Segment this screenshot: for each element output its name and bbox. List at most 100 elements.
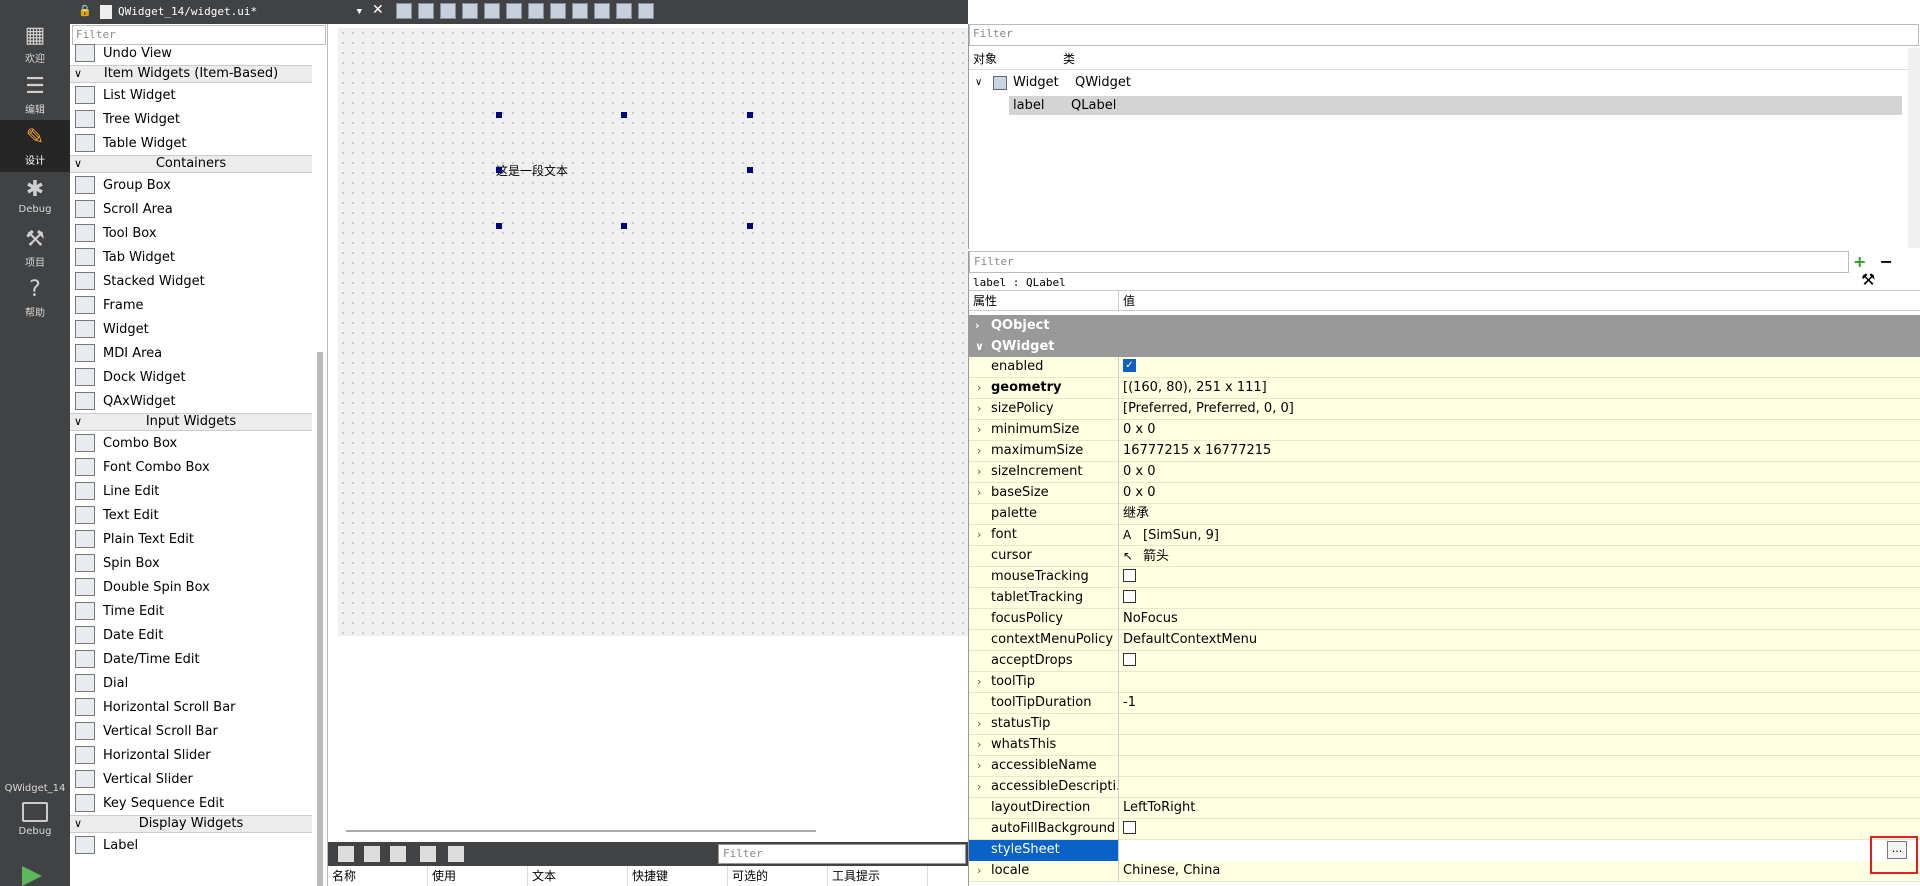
widget-item[interactable]: Scroll Area (70, 197, 312, 221)
configure-action-icon[interactable] (448, 846, 464, 862)
chevron-right-icon[interactable]: › (977, 735, 981, 755)
column-header[interactable]: 文本 (528, 866, 628, 886)
chevron-right-icon[interactable]: › (977, 399, 981, 419)
property-value[interactable]: DefaultContextMenu (1119, 630, 1920, 651)
property-value[interactable]: A [SimSun, 9] (1119, 525, 1920, 546)
property-row[interactable]: toolTipDuration -1 (969, 693, 1920, 714)
mode-debug[interactable]: ✱ Debug (0, 172, 70, 220)
widget-item[interactable]: Tree Widget (70, 107, 312, 131)
property-row[interactable]: › sizeIncrement 0 x 0 (969, 462, 1920, 483)
property-row[interactable]: cursor ↖ 箭头 (969, 546, 1920, 567)
property-row[interactable]: autoFillBackground (969, 819, 1920, 840)
horizontal-scrollbar[interactable] (346, 830, 816, 832)
property-value[interactable] (1119, 819, 1920, 840)
chevron-right-icon[interactable]: › (977, 420, 981, 440)
layout-grid-icon[interactable] (572, 3, 588, 19)
property-value[interactable]: ... (1119, 840, 1920, 861)
widget-item[interactable]: Time Edit (70, 599, 312, 623)
widget-item[interactable]: Tab Widget (70, 245, 312, 269)
property-row[interactable]: contextMenuPolicy DefaultContextMenu (969, 630, 1920, 651)
resize-handle[interactable] (747, 167, 753, 173)
widget-item[interactable]: Table Widget (70, 131, 312, 155)
close-document-icon[interactable]: ✕ (372, 2, 384, 18)
widget-item[interactable]: Tool Box (70, 221, 312, 245)
edit-tab-order-icon[interactable] (462, 3, 478, 19)
property-value[interactable]: 16777215 x 16777215 (1119, 441, 1920, 462)
layout-splitter-h-icon[interactable] (528, 3, 544, 19)
property-row[interactable]: layoutDirection LeftToRight (969, 798, 1920, 819)
widget-item[interactable]: Group Box (70, 173, 312, 197)
widget-item[interactable]: Stacked Widget (70, 269, 312, 293)
delete-action-icon[interactable] (420, 846, 436, 862)
property-row[interactable]: › maximumSize 16777215 x 16777215 (969, 441, 1920, 462)
property-row[interactable]: mouseTracking (969, 567, 1920, 588)
run-button[interactable] (22, 866, 42, 886)
widget-item[interactable]: MDI Area (70, 341, 312, 365)
property-value[interactable] (1119, 588, 1920, 609)
widget-item[interactable]: Spin Box (70, 551, 312, 575)
property-value[interactable] (1119, 672, 1920, 693)
chevron-right-icon[interactable]: › (977, 861, 981, 881)
checkbox[interactable] (1123, 590, 1136, 603)
widget-category[interactable]: ∨ Containers (70, 155, 312, 173)
property-value[interactable]: LeftToRight (1119, 798, 1920, 819)
chevron-right-icon[interactable]: › (977, 441, 981, 461)
widget-item[interactable]: Widget (70, 317, 312, 341)
property-value[interactable]: ↖ 箭头 (1119, 546, 1920, 567)
kit-selector[interactable]: QWidget_14 Debug (0, 783, 70, 837)
chevron-right-icon[interactable]: › (977, 756, 981, 776)
property-value[interactable]: 继承 (1119, 504, 1920, 525)
property-row[interactable]: › accessibleDescripti... (969, 777, 1920, 798)
document-selector[interactable]: QWidget_14/widget.ui* ▼ (100, 3, 362, 21)
mode-projects[interactable]: ⚒ 项目 (0, 222, 70, 270)
property-row[interactable]: palette 继承 (969, 504, 1920, 525)
widget-item[interactable]: Double Spin Box (70, 575, 312, 599)
property-row[interactable]: › geometry [(160, 80), 251 x 111] (969, 378, 1920, 399)
chevron-right-icon[interactable]: › (977, 714, 981, 734)
widget-category[interactable]: ∨ Display Widgets (70, 815, 312, 833)
property-row[interactable]: styleSheet... (969, 840, 1920, 861)
adjust-size-icon[interactable] (638, 3, 654, 19)
widget-item[interactable]: Text Edit (70, 503, 312, 527)
column-header[interactable]: 工具提示 (828, 866, 928, 886)
property-value[interactable]: [Preferred, Preferred, 0, 0] (1119, 399, 1920, 420)
break-layout-icon[interactable] (616, 3, 632, 19)
tree-row[interactable]: Widget QWidget (1013, 74, 1131, 92)
widget-item[interactable]: Dial (70, 671, 312, 695)
object-inspector-scrollbar[interactable] (1908, 48, 1920, 248)
column-header[interactable]: 可选的 (728, 866, 828, 886)
column-header[interactable]: 属性 (969, 291, 1119, 310)
layout-horizontal-icon[interactable] (484, 3, 500, 19)
checkbox[interactable] (1123, 569, 1136, 582)
widget-category[interactable]: ∨ Input Widgets (70, 413, 312, 431)
tree-row-selected[interactable]: label QLabel (1009, 96, 1902, 115)
widget-item[interactable]: Line Edit (70, 479, 312, 503)
group-qobject[interactable]: › QObject (969, 315, 1920, 336)
property-row[interactable]: › minimumSize 0 x 0 (969, 420, 1920, 441)
edit-widgets-icon[interactable] (396, 3, 412, 19)
property-row[interactable]: enabled ✓ (969, 357, 1920, 378)
property-value[interactable] (1119, 777, 1920, 798)
widget-item[interactable]: Vertical Slider (70, 767, 312, 791)
form-canvas[interactable] (338, 28, 968, 636)
widget-item[interactable]: Undo View (70, 41, 312, 65)
widget-item[interactable]: Frame (70, 293, 312, 317)
new-action-icon[interactable] (338, 846, 354, 862)
edit-buddies-icon[interactable] (440, 3, 456, 19)
edit-signals-icon[interactable] (418, 3, 434, 19)
remove-property-icon[interactable]: − (1880, 252, 1893, 271)
property-value[interactable]: 0 x 0 (1119, 420, 1920, 441)
widget-item[interactable]: Horizontal Slider (70, 743, 312, 767)
widget-item[interactable]: Vertical Scroll Bar (70, 719, 312, 743)
property-value[interactable]: ✓ (1119, 357, 1920, 378)
property-value[interactable]: 0 x 0 (1119, 483, 1920, 504)
widget-item[interactable]: Combo Box (70, 431, 312, 455)
widget-item[interactable]: Key Sequence Edit (70, 791, 312, 815)
chevron-right-icon[interactable]: › (977, 777, 981, 797)
object-filter-input[interactable]: Filter (969, 24, 1919, 46)
column-header[interactable]: 值 (1119, 291, 1135, 310)
column-header[interactable]: 使用 (428, 866, 528, 886)
property-value[interactable]: Chinese, China (1119, 861, 1920, 882)
resize-handle[interactable] (496, 223, 502, 229)
property-row[interactable]: › statusTip (969, 714, 1920, 735)
